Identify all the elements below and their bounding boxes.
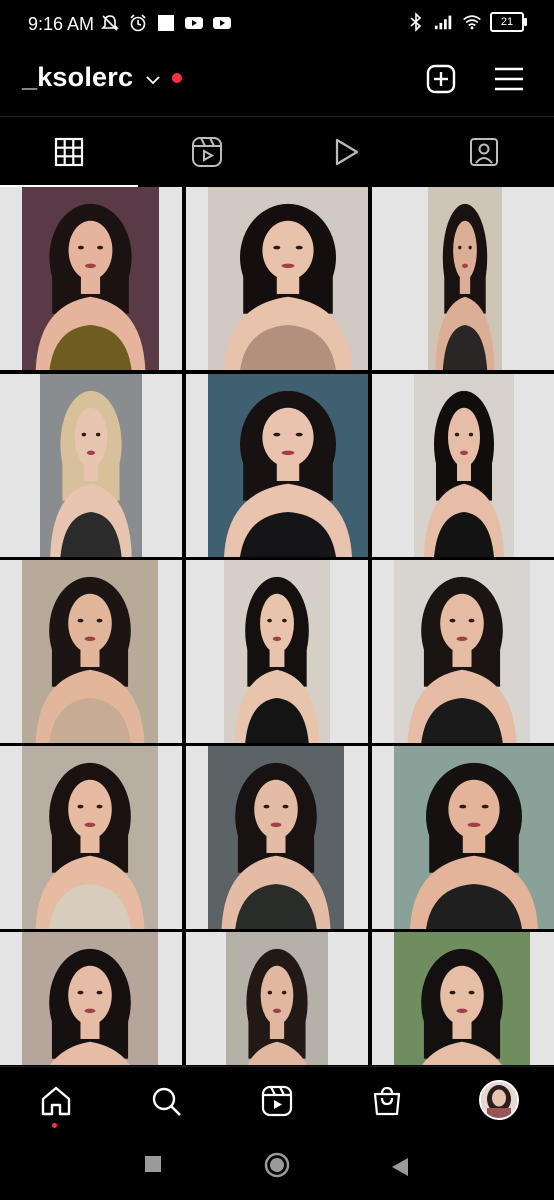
- post-photo: [224, 560, 330, 743]
- post-photo: [394, 560, 530, 743]
- notification-dot: [172, 73, 182, 83]
- play-icon: [335, 138, 359, 166]
- post-photo: [22, 746, 158, 929]
- recents-button[interactable]: [145, 1156, 161, 1177]
- grid-post[interactable]: [0, 374, 182, 557]
- home-notification-dot: [52, 1123, 57, 1128]
- reels-icon: [261, 1085, 293, 1117]
- tab-reels[interactable]: [138, 117, 276, 187]
- wifi-icon: [462, 12, 482, 32]
- profile-avatar[interactable]: [479, 1080, 519, 1120]
- post-photo: [22, 560, 158, 743]
- post-photo: [394, 932, 530, 1065]
- post-photo: [40, 374, 142, 557]
- menu-icon: [495, 67, 523, 91]
- back-button[interactable]: [392, 1158, 408, 1181]
- grid-post[interactable]: [186, 374, 368, 557]
- grid-post[interactable]: [372, 374, 554, 557]
- grid-post[interactable]: [372, 932, 554, 1065]
- status-left-icons: [100, 13, 232, 33]
- nav-shop[interactable]: [367, 1081, 407, 1121]
- grid-post[interactable]: [372, 746, 554, 929]
- post-photo: [414, 374, 514, 557]
- home-icon: [41, 1086, 71, 1116]
- shop-icon: [373, 1086, 401, 1116]
- profile-header: _ksolerc: [0, 48, 554, 114]
- post-photo: [208, 746, 344, 929]
- posts-grid: [0, 187, 554, 1065]
- signal-icon: [434, 12, 454, 32]
- post-photo: [428, 187, 502, 370]
- post-photo: [208, 187, 368, 370]
- post-photo: [394, 746, 554, 929]
- search-icon: [152, 1087, 181, 1116]
- grid-post[interactable]: [0, 932, 182, 1065]
- grid-post[interactable]: [0, 187, 182, 370]
- grid-post[interactable]: [372, 560, 554, 743]
- tagged-person-icon: [470, 138, 498, 166]
- status-bar: 9:16 AM 21: [0, 0, 554, 48]
- chevron-down-icon[interactable]: [145, 72, 161, 88]
- nav-reels[interactable]: [257, 1081, 297, 1121]
- grid-post[interactable]: [0, 746, 182, 929]
- new-post-button[interactable]: [422, 60, 460, 98]
- bluetooth-icon: [406, 12, 426, 32]
- tab-tagged[interactable]: [415, 117, 553, 187]
- new-post-icon: [426, 64, 456, 94]
- back-triangle-icon: [392, 1158, 408, 1176]
- profile-tabs: [0, 116, 554, 187]
- system-nav-bar: [0, 1134, 554, 1200]
- profile-username[interactable]: _ksolerc: [22, 62, 133, 93]
- grid-post[interactable]: [0, 560, 182, 743]
- nav-search[interactable]: [146, 1081, 186, 1121]
- bottom-nav: [0, 1066, 554, 1135]
- nav-home[interactable]: [36, 1081, 76, 1121]
- youtube-icon: [184, 13, 204, 33]
- grid-post[interactable]: [186, 746, 368, 929]
- reels-icon: [192, 137, 222, 167]
- youtube-icon: [212, 13, 232, 33]
- grid-post[interactable]: [186, 187, 368, 370]
- battery-icon: 21: [490, 12, 527, 32]
- tab-grid[interactable]: [0, 117, 138, 187]
- post-photo: [22, 187, 159, 370]
- post-photo: [22, 932, 158, 1065]
- recents-square-icon: [145, 1156, 161, 1172]
- grid-post[interactable]: [372, 187, 554, 370]
- grid-icon: [54, 137, 84, 167]
- grid-post[interactable]: [186, 560, 368, 743]
- square-notification-icon: [156, 13, 176, 33]
- grid-post[interactable]: [186, 932, 368, 1065]
- silent-bell-icon: [100, 13, 120, 33]
- home-button[interactable]: [264, 1152, 290, 1183]
- post-photo: [208, 374, 368, 557]
- home-circle-icon: [264, 1152, 290, 1178]
- status-time: 9:16 AM: [28, 14, 95, 34]
- alarm-icon: [128, 13, 148, 33]
- post-photo: [226, 932, 328, 1065]
- tab-videos[interactable]: [277, 117, 415, 187]
- menu-button[interactable]: [490, 60, 528, 98]
- status-right-icons: 21: [406, 12, 527, 32]
